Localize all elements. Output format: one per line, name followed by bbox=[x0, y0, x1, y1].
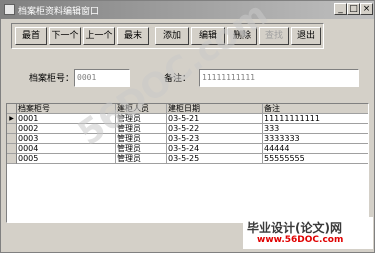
title-bar[interactable]: 档案柜资料编辑窗口 _ □ × bbox=[1, 1, 374, 19]
table-cell[interactable]: 03-5-21 bbox=[167, 114, 263, 124]
minimize-button[interactable]: _ bbox=[334, 3, 347, 15]
table-cell[interactable]: 03-5-22 bbox=[167, 124, 263, 134]
row-indicator-icon[interactable]: ▶ bbox=[7, 114, 17, 124]
next-button[interactable]: 下一个 bbox=[49, 27, 81, 45]
table-cell[interactable]: 03-5-25 bbox=[167, 154, 263, 164]
watermark-line1: 毕业设计(论文)网 bbox=[247, 221, 342, 235]
row-selector[interactable] bbox=[7, 144, 17, 154]
column-header[interactable]: 建柜日期 bbox=[167, 104, 263, 114]
row-selector[interactable] bbox=[7, 154, 17, 164]
table-row[interactable]: 0003 管理员 03-5-23 3333333 bbox=[7, 134, 368, 144]
table-cell[interactable]: 管理员 bbox=[116, 154, 167, 164]
table-cell[interactable]: 0005 bbox=[17, 154, 116, 164]
watermark-line2: www.56DOC.com bbox=[257, 235, 344, 245]
editor-window: 档案柜资料编辑窗口 _ □ × 最首 下一个 上一个 最末 添加 编辑 删除 查… bbox=[0, 0, 375, 253]
table-cell[interactable]: 333 bbox=[263, 124, 368, 134]
table-row[interactable]: ▶ 0001 管理员 03-5-21 11111111111 bbox=[7, 114, 368, 124]
table-row[interactable]: 0002 管理员 03-5-22 333 bbox=[7, 124, 368, 134]
table-header: 档案柜号 建柜人员 建柜日期 备注 bbox=[7, 104, 368, 114]
exit-button[interactable]: 退出 bbox=[291, 27, 321, 45]
row-selector[interactable] bbox=[7, 124, 17, 134]
table-cell[interactable]: 44444 bbox=[263, 144, 368, 154]
table-cell[interactable]: 55555555 bbox=[263, 154, 368, 164]
toolbar: 最首 下一个 上一个 最末 添加 编辑 删除 查找 退出 bbox=[11, 23, 324, 49]
header-corner bbox=[7, 104, 17, 114]
table-cell[interactable]: 03-5-23 bbox=[167, 134, 263, 144]
last-button[interactable]: 最末 bbox=[117, 27, 149, 45]
previous-button[interactable]: 上一个 bbox=[83, 27, 115, 45]
table-cell[interactable]: 11111111111 bbox=[263, 114, 368, 124]
table-row[interactable]: 0004 管理员 03-5-24 44444 bbox=[7, 144, 368, 154]
row-selector[interactable] bbox=[7, 134, 17, 144]
maximize-button[interactable]: □ bbox=[347, 3, 360, 15]
records-grid[interactable]: 档案柜号 建柜人员 建柜日期 备注 ▶ 0001 管理员 03-5-21 111… bbox=[6, 103, 369, 223]
window-title: 档案柜资料编辑窗口 bbox=[18, 7, 100, 17]
table-cell[interactable]: 3333333 bbox=[263, 134, 368, 144]
watermark-badge: 毕业设计(论文)网 www.56DOC.com bbox=[243, 217, 373, 249]
cabinet-id-label: 档案柜号： bbox=[29, 74, 75, 84]
table-cell[interactable]: 管理员 bbox=[116, 144, 167, 154]
table-row[interactable]: 0005 管理员 03-5-25 55555555 bbox=[7, 154, 368, 164]
table-cell[interactable]: 管理员 bbox=[116, 134, 167, 144]
note-field[interactable]: 11111111111 bbox=[199, 69, 359, 87]
close-button[interactable]: × bbox=[360, 3, 373, 15]
app-icon bbox=[4, 4, 15, 15]
table-cell[interactable]: 03-5-24 bbox=[167, 144, 263, 154]
first-button[interactable]: 最首 bbox=[15, 27, 47, 45]
column-header[interactable]: 备注 bbox=[263, 104, 368, 114]
